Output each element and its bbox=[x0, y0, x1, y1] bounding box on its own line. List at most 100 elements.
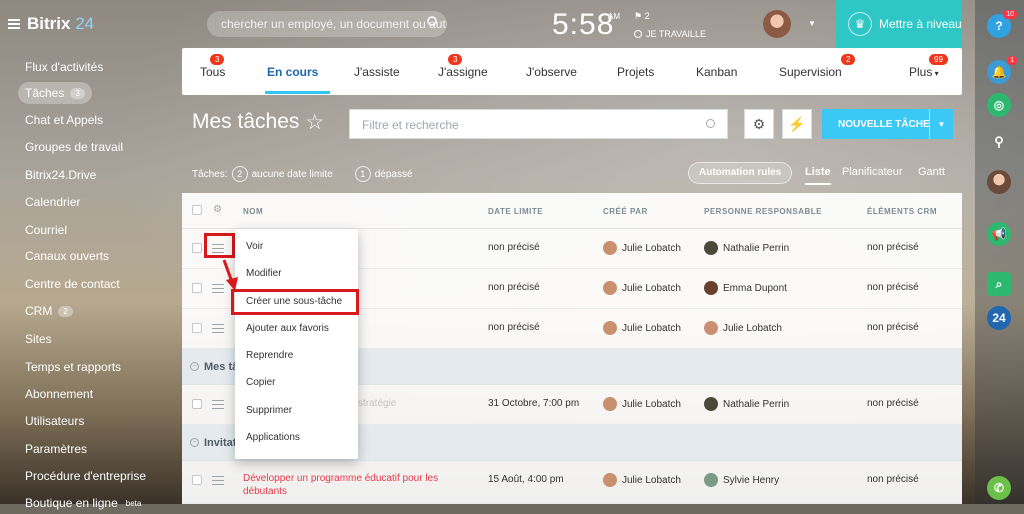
tab[interactable]: Plus ▾ 99 bbox=[909, 54, 948, 79]
col-responsible[interactable]: PERSONNE RESPONSABLE bbox=[704, 207, 822, 216]
row-checkbox[interactable] bbox=[192, 323, 202, 333]
avatar bbox=[603, 473, 617, 487]
clock[interactable]: 5:58 bbox=[552, 8, 614, 42]
help-icon[interactable]: ? 10 bbox=[987, 10, 1017, 38]
table-row[interactable]: Développer un programme éducatif pour le… bbox=[182, 461, 962, 504]
menu-item[interactable]: Reprendre bbox=[246, 350, 293, 361]
row-menu-icon[interactable] bbox=[212, 476, 224, 485]
col-name[interactable]: NOM bbox=[243, 207, 263, 216]
tab[interactable]: Projets bbox=[617, 65, 654, 79]
sidebar-item[interactable]: Groupes de travail bbox=[18, 136, 130, 158]
tab[interactable]: Kanban bbox=[696, 65, 737, 79]
right-bar: ? 10 🔔 1 ◎ ⚲ 📢 ⌕ 24 ✆ bbox=[975, 0, 1024, 504]
sidebar-item[interactable]: Calendrier bbox=[18, 191, 87, 213]
task-name-cont[interactable]: débutants bbox=[243, 486, 287, 497]
menu-item[interactable]: Applications bbox=[246, 432, 300, 443]
filter-input[interactable]: Filtre et recherche bbox=[349, 109, 728, 139]
counter-no-deadline[interactable]: 2 bbox=[231, 166, 248, 182]
tab[interactable]: Tous 3 bbox=[200, 54, 225, 79]
row-menu-icon[interactable] bbox=[212, 324, 224, 333]
menu-item[interactable]: Modifier bbox=[246, 268, 282, 279]
view-list[interactable]: Liste bbox=[805, 166, 831, 185]
user-avatar[interactable] bbox=[763, 10, 791, 38]
menu-item[interactable]: Ajouter aux favoris bbox=[246, 323, 329, 334]
tab[interactable]: En cours bbox=[267, 65, 318, 79]
task-name[interactable]: Développer un programme éducatif pour le… bbox=[243, 473, 438, 484]
sidebar-item[interactable]: Flux d'activités bbox=[18, 56, 110, 78]
star-icon[interactable]: ☆ bbox=[305, 110, 324, 135]
sidebar-item[interactable]: Tâches 3 bbox=[18, 82, 92, 104]
sidebar-item[interactable]: Boutique en ligne beta bbox=[18, 492, 148, 514]
phone-icon[interactable]: ✆ bbox=[987, 476, 1011, 500]
sidebar-item[interactable]: Temps et rapports bbox=[18, 356, 128, 378]
logo[interactable]: Bitrix 24 bbox=[8, 14, 94, 34]
sidebar-item[interactable]: Sites bbox=[18, 328, 59, 350]
flash-button[interactable]: ⚡ bbox=[782, 109, 812, 139]
menu-item[interactable]: Supprimer bbox=[246, 405, 292, 416]
tab[interactable]: J'observe bbox=[526, 65, 577, 79]
tab-badge: 2 bbox=[841, 54, 856, 65]
row-checkbox[interactable] bbox=[192, 475, 202, 485]
task-name[interactable]: stratégie bbox=[358, 398, 396, 409]
sidebar-item-label: Abonnement bbox=[25, 387, 94, 401]
flag-counter[interactable]: ⚑ 2 bbox=[634, 11, 650, 22]
avatar bbox=[603, 281, 617, 295]
settings-button[interactable]: ⚙ bbox=[744, 109, 774, 139]
sidebar-item[interactable]: Canaux ouverts bbox=[18, 245, 116, 267]
sidebar-item[interactable]: Paramètres bbox=[18, 438, 94, 460]
row-menu-icon[interactable] bbox=[212, 400, 224, 409]
menu-icon[interactable] bbox=[8, 19, 20, 29]
row-checkbox[interactable] bbox=[192, 243, 202, 253]
menu-item[interactable]: Copier bbox=[246, 377, 275, 388]
row-checkbox[interactable] bbox=[192, 399, 202, 409]
sidebar-item[interactable]: Utilisateurs bbox=[18, 410, 91, 432]
chevron-down-icon[interactable]: ▼ bbox=[808, 19, 816, 28]
sidebar-item-label: CRM bbox=[25, 304, 53, 318]
automation-rules-button[interactable]: Automation rules bbox=[688, 162, 793, 184]
tab[interactable]: J'assiste bbox=[354, 65, 400, 79]
sidebar-item-label: Groupes de travail bbox=[25, 140, 124, 154]
search-icon[interactable]: ⚲ bbox=[987, 130, 1011, 154]
bitrix24-icon[interactable]: 24 bbox=[987, 306, 1011, 330]
counter-overdue[interactable]: 1 bbox=[354, 166, 371, 182]
tab-badge: 99 bbox=[929, 54, 948, 65]
grid-header: ⚙ NOM DATE LIMITE CRÉÉ PAR PERSONNE RESP… bbox=[182, 193, 962, 229]
tab[interactable]: J'assigne 3 bbox=[438, 54, 488, 79]
sidebar-item[interactable]: Abonnement bbox=[18, 383, 100, 405]
upgrade-button[interactable]: ♛ Mettre à niveau bbox=[836, 0, 962, 48]
collapse-icon[interactable]: − bbox=[190, 438, 199, 447]
crown-icon: ♛ bbox=[848, 12, 872, 36]
sidebar-item[interactable]: Bitrix24.Drive bbox=[18, 164, 103, 186]
collapse-icon[interactable]: − bbox=[190, 362, 199, 371]
col-deadline[interactable]: DATE LIMITE bbox=[488, 207, 543, 216]
chat-icon[interactable]: ◎ bbox=[987, 93, 1011, 117]
chevron-down-icon[interactable]: ▼ bbox=[929, 109, 953, 139]
bell-icon[interactable]: 🔔 1 bbox=[987, 56, 1017, 84]
select-all-checkbox[interactable] bbox=[192, 205, 202, 215]
contact-avatar[interactable] bbox=[987, 170, 1011, 194]
sidebar-item-label: Procédure d'entreprise bbox=[25, 469, 147, 483]
top-bar: Bitrix 24 chercher un employé, un docume… bbox=[0, 0, 975, 48]
search-box-icon[interactable]: ⌕ bbox=[987, 272, 1011, 296]
sidebar-item-label: Flux d'activités bbox=[25, 60, 104, 74]
view-gantt[interactable]: Gantt bbox=[918, 166, 945, 178]
megaphone-icon[interactable]: 📢 bbox=[987, 222, 1011, 246]
sidebar-item-label: Bitrix24.Drive bbox=[25, 168, 97, 182]
search-input[interactable]: chercher un employé, un document ou autr… bbox=[207, 11, 447, 37]
sidebar-item[interactable]: CRM 2 bbox=[18, 300, 80, 322]
view-planner[interactable]: Planificateur bbox=[842, 166, 903, 178]
sidebar-item[interactable]: Chat et Appels bbox=[18, 109, 110, 131]
menu-item[interactable]: Voir bbox=[246, 241, 263, 252]
tab[interactable]: Supervision 2 bbox=[779, 54, 856, 79]
new-task-button[interactable]: NOUVELLE TÂCHE ▼ bbox=[822, 109, 953, 139]
gear-icon[interactable]: ⚙ bbox=[213, 204, 222, 215]
row-checkbox[interactable] bbox=[192, 283, 202, 293]
col-crm[interactable]: ÉLÉMENTS CRM bbox=[867, 207, 937, 216]
sidebar-item-label: Chat et Appels bbox=[25, 113, 104, 127]
col-creator[interactable]: CRÉÉ PAR bbox=[603, 207, 648, 216]
sidebar-item[interactable]: Centre de contact bbox=[18, 273, 127, 295]
sidebar-item[interactable]: Procédure d'entreprise bbox=[18, 465, 153, 487]
sidebar-item[interactable]: Courriel bbox=[18, 219, 74, 241]
sidebar: Flux d'activités Tâches 3 Chat et Appels Gro… bbox=[0, 48, 182, 510]
work-status[interactable]: JE TRAVAILLE bbox=[634, 29, 706, 39]
